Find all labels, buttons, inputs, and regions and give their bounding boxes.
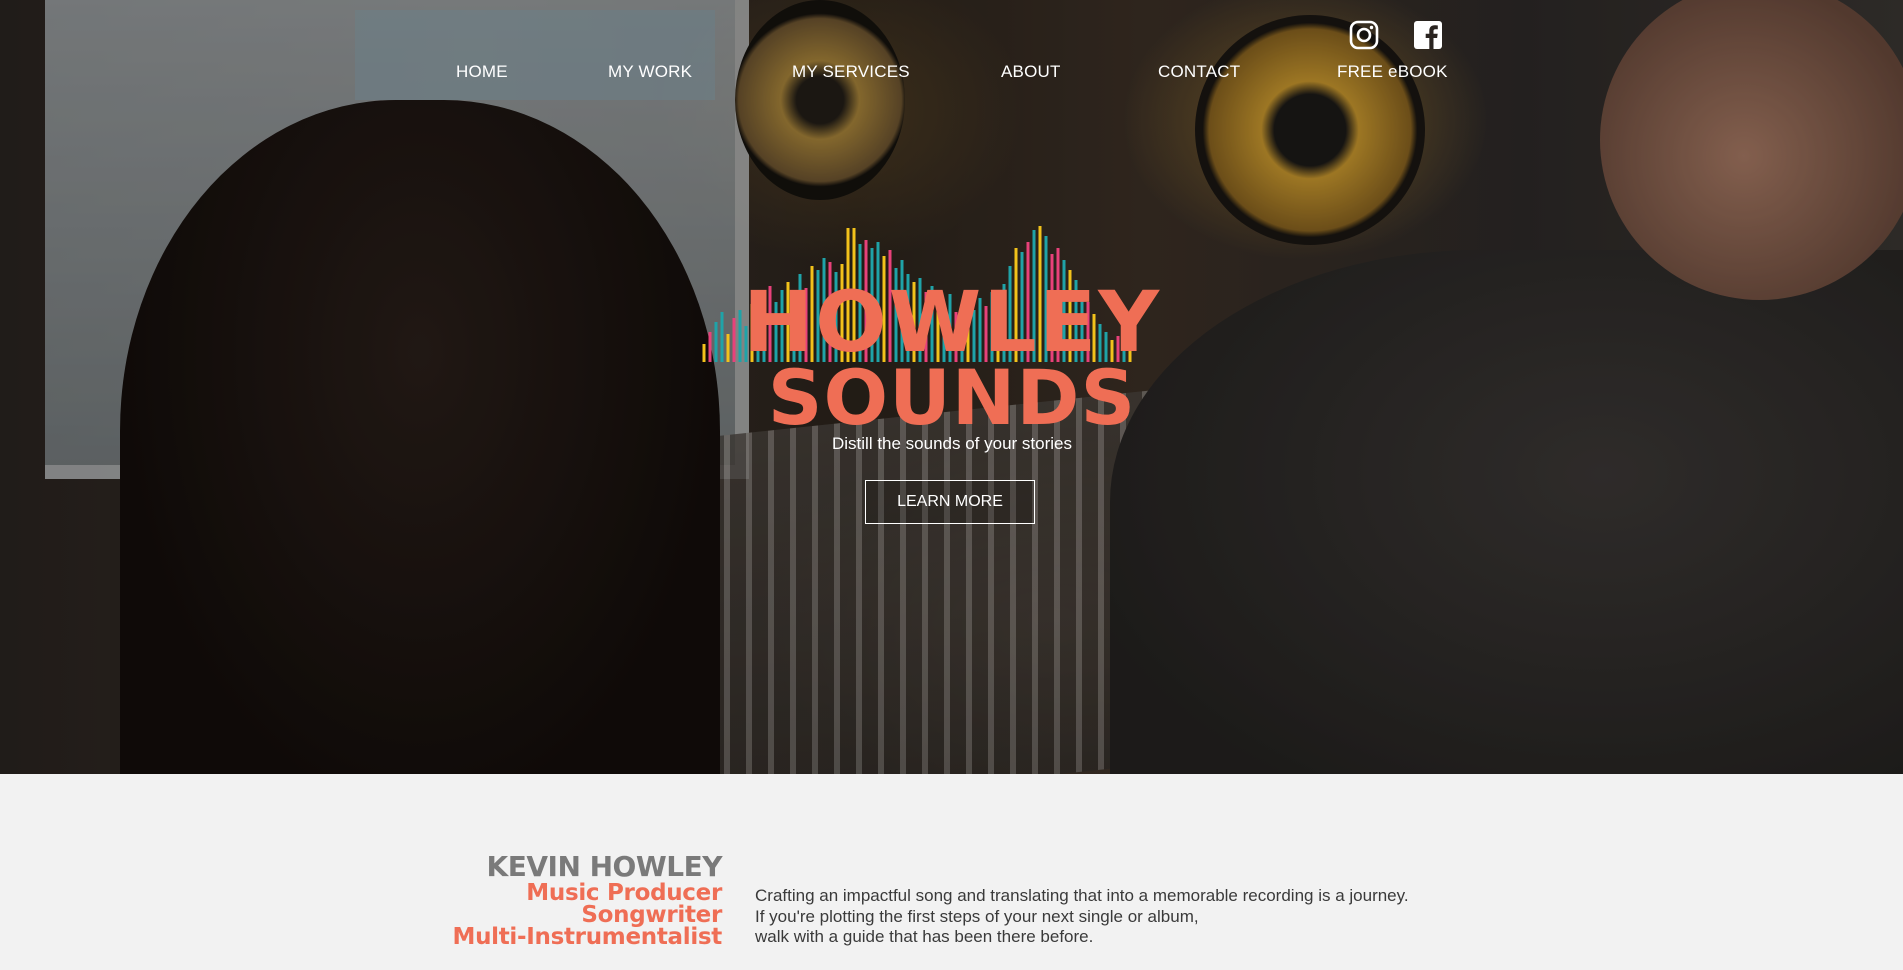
logo-line-1: HOWLEY bbox=[742, 273, 1162, 371]
intro-paragraph-line: If you're plotting the first steps of yo… bbox=[755, 907, 1199, 926]
intro-paragraph-line: walk with a guide that has been there be… bbox=[755, 927, 1094, 946]
nav-contact[interactable]: CONTACT bbox=[1158, 62, 1240, 82]
nav-my-work[interactable]: MY WORK bbox=[608, 62, 692, 82]
hero-section: HOME MY WORK MY SERVICES ABOUT CONTACT F… bbox=[0, 0, 1903, 774]
nav-my-services[interactable]: MY SERVICES bbox=[792, 62, 910, 82]
howley-sounds-logo: HOWLEY SOUNDS bbox=[700, 222, 1204, 442]
hero-tagline: Distill the sounds of your stories bbox=[832, 434, 1072, 453]
nav-home[interactable]: HOME bbox=[456, 62, 508, 82]
logo-line-2: SOUNDS bbox=[767, 353, 1137, 442]
learn-more-button[interactable]: LEARN MORE bbox=[865, 480, 1035, 524]
intro-section: KEVIN HOWLEY Music Producer Songwriter M… bbox=[0, 774, 1903, 970]
intro-paragraph-line: Crafting an impactful song and translati… bbox=[755, 886, 1409, 905]
role-multi-instrumentalist: Multi-Instrumentalist bbox=[452, 924, 722, 950]
nav-about[interactable]: ABOUT bbox=[1001, 62, 1061, 82]
nav-free-ebook[interactable]: FREE eBOOK bbox=[1337, 62, 1448, 82]
instagram-icon[interactable] bbox=[1349, 20, 1379, 50]
producer-name: KEVIN HOWLEY bbox=[486, 850, 723, 883]
facebook-icon[interactable] bbox=[1413, 20, 1443, 50]
main-nav: HOME MY WORK MY SERVICES ABOUT CONTACT F… bbox=[0, 0, 1903, 100]
